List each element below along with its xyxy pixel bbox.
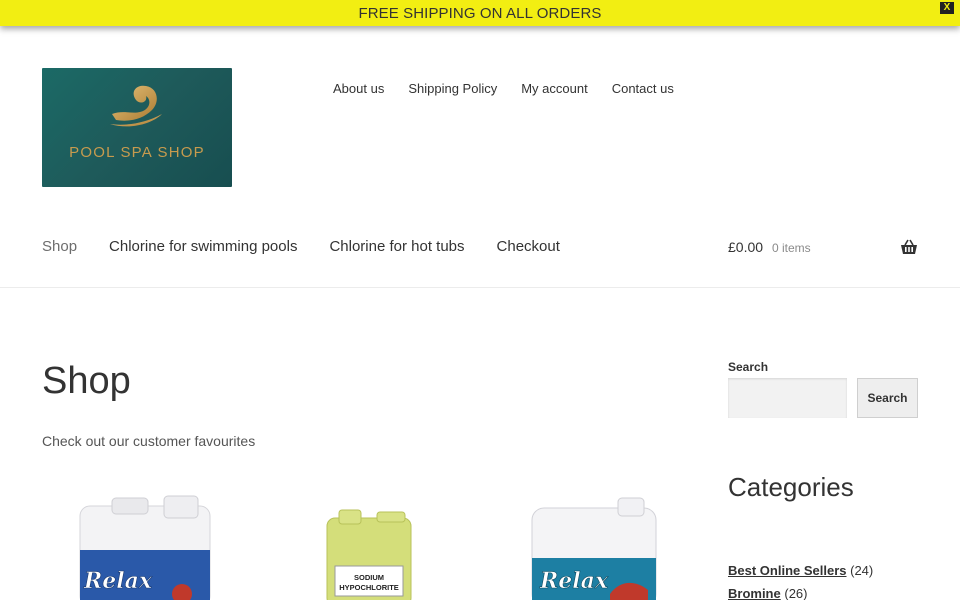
- product-image[interactable]: Relax: [72, 494, 214, 600]
- nav-chlorine-pools[interactable]: Chlorine for swimming pools: [109, 238, 297, 255]
- search-label: Search: [728, 360, 769, 374]
- product-card[interactable]: Relax: [72, 494, 214, 600]
- cart-widget[interactable]: £0.00 0 items: [728, 239, 918, 259]
- page-title: Shop: [42, 360, 131, 402]
- search-input[interactable]: [728, 378, 847, 418]
- product-image[interactable]: SODIUM HYPOCHLORITE: [305, 494, 417, 600]
- product-card[interactable]: Relax: [526, 494, 662, 600]
- product-card[interactable]: SODIUM HYPOCHLORITE: [305, 494, 417, 600]
- category-list: Best Online Sellers (24) Bromine (26): [728, 559, 873, 600]
- page-subtitle: Check out our customer favourites: [42, 433, 256, 449]
- list-item: Bromine (26): [728, 582, 873, 600]
- nav-shop[interactable]: Shop: [42, 238, 77, 255]
- categories-title: Categories: [728, 472, 854, 502]
- nav-my-account[interactable]: My account: [521, 81, 587, 96]
- site-logo[interactable]: POOL SPA SHOP: [42, 68, 232, 187]
- category-count: (26): [784, 586, 808, 600]
- product-label: Relax: [539, 568, 609, 594]
- svg-text:HYPOCHLORITE: HYPOCHLORITE: [339, 583, 399, 592]
- nav-shipping-policy[interactable]: Shipping Policy: [408, 81, 497, 96]
- shipping-banner: FREE SHIPPING ON ALL ORDERS X: [0, 0, 960, 26]
- basket-icon[interactable]: [900, 239, 918, 255]
- close-icon[interactable]: X: [940, 2, 954, 14]
- nav-chlorine-hot-tubs[interactable]: Chlorine for hot tubs: [329, 238, 464, 255]
- wave-logo-icon: [110, 85, 162, 127]
- search-button[interactable]: Search: [857, 378, 918, 418]
- logo-text: POOL SPA SHOP: [69, 144, 205, 161]
- cart-item-count[interactable]: 0 items: [772, 241, 811, 255]
- nav-contact-us[interactable]: Contact us: [612, 81, 674, 96]
- product-image[interactable]: Relax: [526, 494, 662, 600]
- product-label: Relax: [83, 568, 153, 594]
- category-link-bromine[interactable]: Bromine: [728, 586, 781, 600]
- category-link-best-online-sellers[interactable]: Best Online Sellers: [728, 563, 847, 578]
- nav-checkout[interactable]: Checkout: [497, 238, 560, 255]
- primary-nav: Shop Chlorine for swimming pools Chlorin…: [42, 238, 592, 255]
- cart-amount[interactable]: £0.00: [728, 239, 763, 255]
- banner-text: FREE SHIPPING ON ALL ORDERS: [358, 5, 602, 22]
- nav-about-us[interactable]: About us: [333, 81, 384, 96]
- header-divider: [0, 287, 960, 288]
- svg-text:SODIUM: SODIUM: [354, 573, 384, 582]
- list-item: Best Online Sellers (24): [728, 559, 873, 582]
- secondary-nav: About us Shipping Policy My account Cont…: [333, 81, 698, 96]
- category-count: (24): [850, 563, 874, 578]
